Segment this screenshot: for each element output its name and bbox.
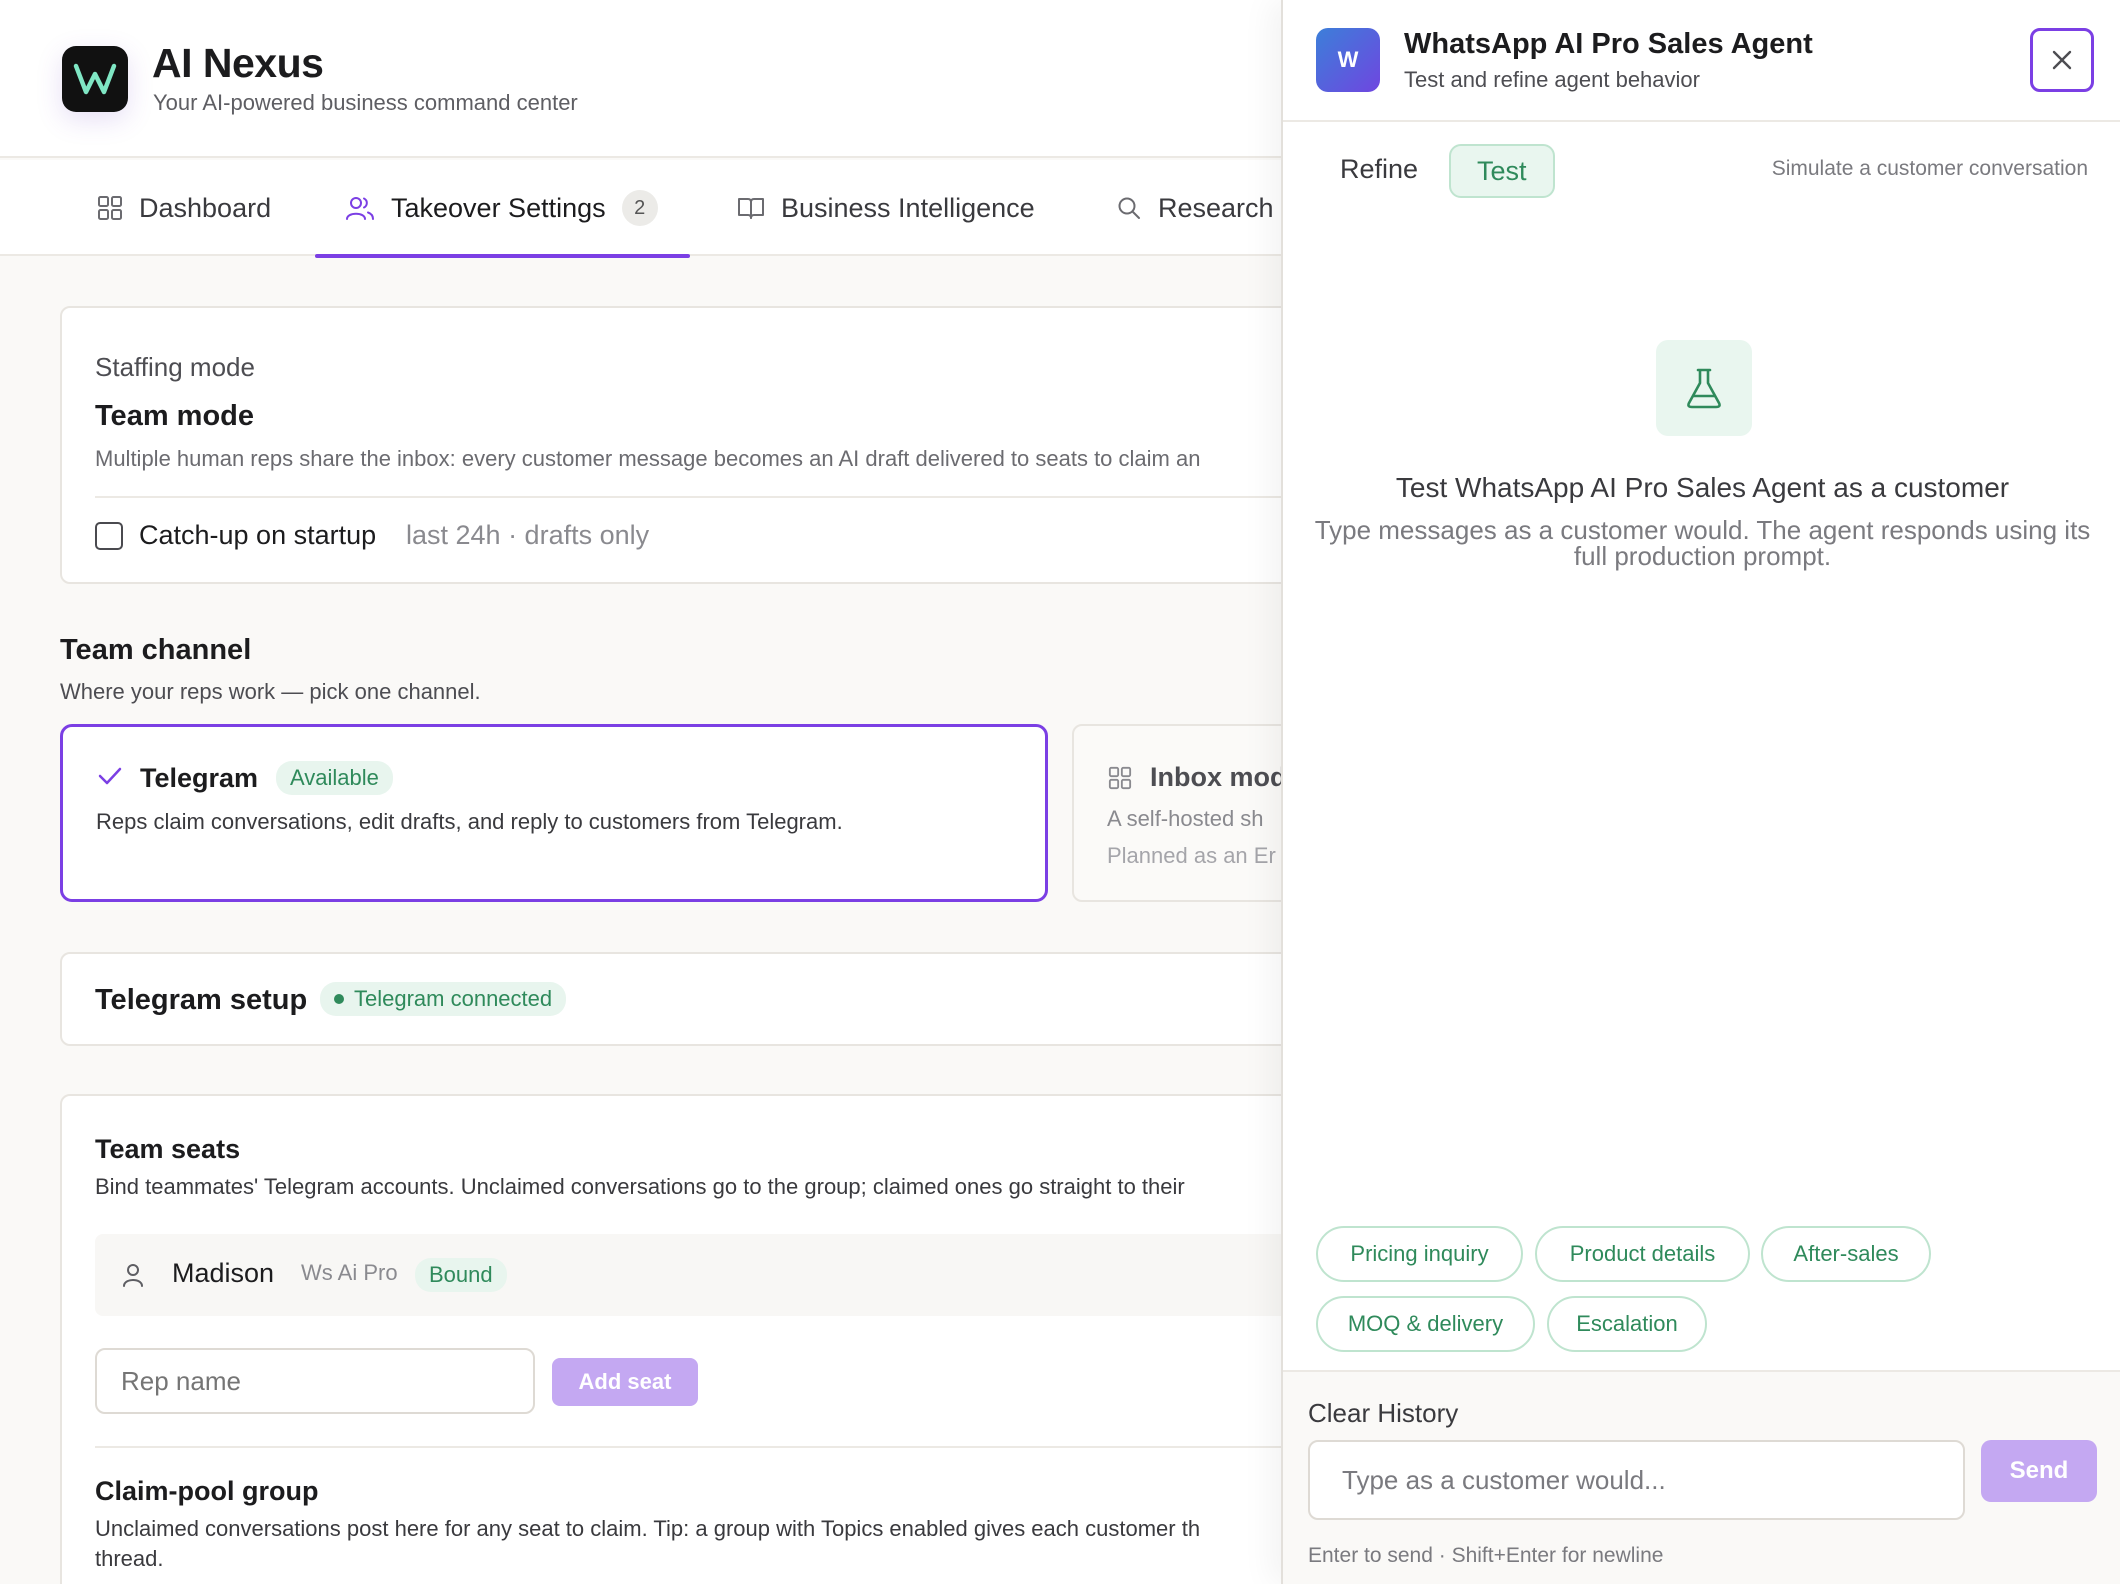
catchup-label[interactable]: Catch-up on startup: [139, 520, 376, 551]
inbox-option-name: Inbox mod: [1150, 762, 1287, 792]
telegram-setup-card[interactable]: Telegram setup Telegram connected: [60, 952, 1300, 1046]
rep-name-input[interactable]: [95, 1348, 535, 1414]
tab-badge: 2: [621, 190, 658, 226]
agent-name: WhatsApp AI Pro Sales Agent: [1404, 28, 1813, 60]
chip-product-details[interactable]: Product details: [1535, 1226, 1750, 1282]
tab-takeover-settings-label: Takeover Settings: [391, 192, 606, 223]
app-title: AI Nexus: [152, 40, 324, 86]
add-seat-button[interactable]: Add seat: [552, 1358, 698, 1406]
team-mode-title: Team mode: [95, 400, 255, 432]
claim-pool-title: Claim-pool group: [95, 1476, 319, 1506]
send-hint: Enter to send · Shift+Enter for newline: [1308, 1544, 1664, 1567]
close-icon: [2052, 50, 2072, 70]
panel-footer: Clear History Send Enter to send · Shift…: [1283, 1370, 2120, 1584]
chip-pricing-inquiry[interactable]: Pricing inquiry: [1316, 1226, 1523, 1282]
agent-avatar: W: [1316, 28, 1380, 92]
seat-account: Ws Ai Pro: [301, 1260, 398, 1285]
chip-after-sales[interactable]: After-sales: [1761, 1226, 1931, 1282]
available-badge: Available: [276, 761, 393, 795]
inbox-option-description: A self-hosted sh: [1107, 806, 1264, 831]
book-icon: [738, 198, 764, 219]
empty-state-title: Test WhatsApp AI Pro Sales Agent as a cu…: [1395, 472, 2010, 503]
app-header: AI Nexus Your AI-powered business comman…: [0, 0, 1282, 158]
grid-icon: [98, 196, 122, 220]
seat-status-badge: Bound: [415, 1258, 507, 1292]
status-dot-icon: [334, 994, 344, 1004]
tab-takeover-settings[interactable]: Takeover Settings 2: [315, 160, 690, 258]
grid-icon: [1108, 766, 1132, 790]
catchup-hint: last 24h · drafts only: [406, 520, 650, 550]
telegram-option-description: Reps claim conversations, edit drafts, a…: [96, 809, 843, 834]
user-icon: [123, 1264, 143, 1287]
staffing-mode-card: Staffing mode Team mode Multiple human r…: [60, 306, 1300, 584]
mode-refine-tab[interactable]: Refine: [1340, 154, 1418, 185]
claim-pool-description-2: thread.: [95, 1546, 164, 1571]
agent-subtitle: Test and refine agent behavior: [1404, 67, 1700, 92]
inbox-option-note: Planned as an Er: [1107, 843, 1276, 868]
app-logo-icon: [62, 46, 128, 112]
team-channel-subtitle: Where your reps work — pick one channel.: [60, 679, 481, 704]
agent-test-panel: W WhatsApp AI Pro Sales Agent Test and r…: [1281, 0, 2120, 1584]
divider: [95, 496, 1298, 498]
tab-business-intelligence[interactable]: Business Intelligence: [737, 160, 1035, 256]
catchup-checkbox[interactable]: [95, 522, 123, 550]
tab-research[interactable]: Research: [1116, 160, 1274, 256]
main-tabs: Dashboard Takeover Settings 2 Business I…: [0, 160, 1282, 258]
chip-moq-delivery[interactable]: MOQ & delivery: [1316, 1296, 1535, 1352]
mode-hint: Simulate a customer conversation: [1771, 157, 2088, 180]
team-channel-title: Team channel: [60, 634, 252, 666]
team-seats-title: Team seats: [95, 1134, 241, 1164]
users-icon: [346, 197, 374, 220]
tab-dashboard[interactable]: Dashboard: [97, 160, 271, 256]
seat-row: Madison Ws Ai Pro Bound: [95, 1234, 1298, 1316]
telegram-status-badge: Telegram connected: [320, 982, 567, 1016]
divider: [95, 1446, 1298, 1448]
clear-history-button[interactable]: Clear History: [1308, 1398, 1458, 1429]
tab-dashboard-label: Dashboard: [139, 192, 272, 223]
channel-option-telegram[interactable]: Telegram Available Reps claim conversati…: [60, 724, 1048, 902]
send-button[interactable]: Send: [1981, 1440, 2097, 1502]
search-icon: [1118, 197, 1140, 219]
mode-test-tab[interactable]: Test: [1449, 144, 1555, 198]
flask-icon: [1687, 368, 1721, 409]
chat-input[interactable]: [1308, 1440, 1965, 1520]
seat-name: Madison: [172, 1258, 275, 1288]
telegram-status-text: Telegram connected: [354, 986, 553, 1011]
close-button[interactable]: [2030, 28, 2094, 92]
channel-option-inbox[interactable]: Inbox mod A self-hosted sh Planned as an…: [1072, 724, 1312, 902]
claim-pool-description: Unclaimed conversations post here for an…: [95, 1516, 1201, 1541]
app-subtitle: Your AI-powered business command center: [153, 90, 578, 115]
check-icon: [98, 767, 122, 785]
chip-escalation[interactable]: Escalation: [1547, 1296, 1707, 1352]
team-seats-card: Team seats Bind teammates' Telegram acco…: [60, 1094, 1300, 1584]
staffing-heading: Staffing mode: [95, 352, 255, 382]
telegram-option-name: Telegram: [140, 763, 259, 793]
tab-business-intelligence-label: Business Intelligence: [781, 192, 1035, 223]
panel-header: W WhatsApp AI Pro Sales Agent Test and r…: [1283, 0, 2120, 122]
empty-state-description: Type messages as a customer would. The a…: [1314, 515, 2091, 571]
team-mode-description: Multiple human reps share the inbox: eve…: [95, 446, 1201, 471]
flask-icon-container: [1656, 340, 1752, 436]
tab-research-label: Research: [1158, 192, 1274, 223]
team-seats-description: Bind teammates' Telegram accounts. Uncla…: [95, 1174, 1185, 1199]
telegram-setup-title: Telegram setup: [95, 984, 308, 1016]
